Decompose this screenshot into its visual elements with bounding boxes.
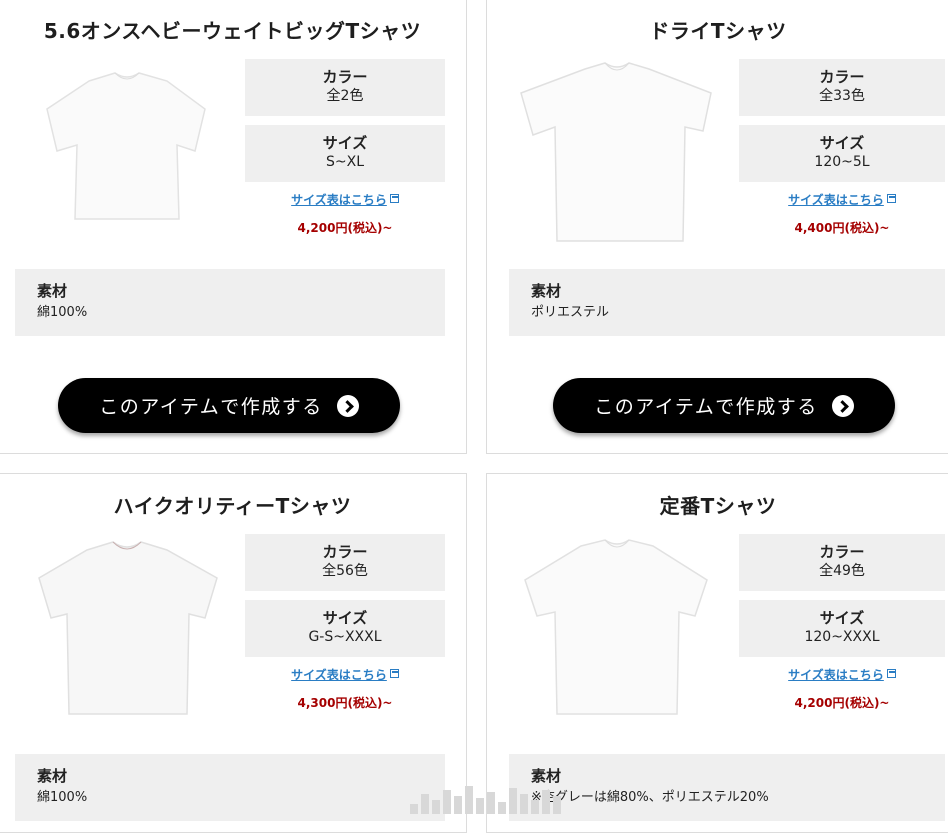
product-card: ドライTシャツ カラー 全33色 サイズ 120~5L サイズ表はこちら 4,4… xyxy=(486,0,948,454)
price: 4,400円(税込)~ xyxy=(794,221,890,235)
color-spec: カラー 全33色 xyxy=(739,59,945,116)
create-button-label[interactable]: このアイテムで作成する xyxy=(99,392,323,419)
create-button-label[interactable]: このアイテムで作成する xyxy=(594,392,818,419)
size-label: サイズ xyxy=(322,134,368,152)
size-label: サイズ xyxy=(819,134,865,152)
tshirt-image xyxy=(515,534,715,719)
external-window-icon xyxy=(886,194,896,203)
product-title: 定番Tシャツ xyxy=(659,494,777,518)
external-window-icon xyxy=(389,194,399,203)
size-spec: サイズ G-S~XXXL xyxy=(245,600,445,657)
material-value: 綿100% xyxy=(37,790,88,805)
material-label: 素材 xyxy=(531,282,562,300)
price: 4,200円(税込)~ xyxy=(297,221,393,235)
external-window-icon xyxy=(389,669,399,678)
material-value: ポリエステル xyxy=(531,305,610,320)
color-value: 全56色 xyxy=(322,563,368,579)
product-title: ハイクオリティーTシャツ xyxy=(113,494,352,518)
material-value: 綿100% xyxy=(37,305,88,320)
size-spec: サイズ 120~XXXL xyxy=(739,600,945,657)
size-chart-link-label[interactable]: サイズ表はこちら xyxy=(788,668,884,682)
arrow-right-circle-icon xyxy=(831,394,854,417)
watermark-bars xyxy=(410,782,588,814)
material-label: 素材 xyxy=(531,767,562,785)
color-label: カラー xyxy=(819,543,865,561)
size-value: S~XL xyxy=(325,154,364,170)
product-title: 5.6オンスヘビーウェイトビッグTシャツ xyxy=(43,19,422,43)
material-box: 素材 ポリエステル xyxy=(509,269,945,336)
color-value: 全2色 xyxy=(326,88,364,104)
size-chart-link[interactable]: サイズ表はこちら xyxy=(739,666,945,683)
size-value: 120~5L xyxy=(814,154,870,170)
material-label: 素材 xyxy=(37,282,68,300)
size-chart-link[interactable]: サイズ表はこちら xyxy=(739,191,945,208)
color-label: カラー xyxy=(819,68,865,86)
color-value: 全49色 xyxy=(819,563,865,579)
size-spec: サイズ S~XL xyxy=(245,125,445,182)
color-label: カラー xyxy=(322,543,368,561)
size-chart-link[interactable]: サイズ表はこちら xyxy=(245,191,445,208)
color-spec: カラー 全56色 xyxy=(245,534,445,591)
arrow-right-circle-icon xyxy=(336,394,359,417)
create-with-item-button[interactable]: このアイテムで作成する xyxy=(58,378,400,433)
material-label: 素材 xyxy=(37,767,68,785)
color-spec: カラー 全49色 xyxy=(739,534,945,591)
size-chart-link-label[interactable]: サイズ表はこちら xyxy=(788,193,884,207)
material-value: ※杢グレーは綿80%、ポリエステル20% xyxy=(531,790,769,805)
tshirt-image xyxy=(27,59,227,244)
size-value: 120~XXXL xyxy=(804,629,880,645)
material-box: 素材 綿100% xyxy=(15,754,445,821)
size-chart-link[interactable]: サイズ表はこちら xyxy=(245,666,445,683)
price: 4,300円(税込)~ xyxy=(297,696,393,710)
tshirt-image xyxy=(515,59,715,244)
external-window-icon xyxy=(886,669,896,678)
size-spec: サイズ 120~5L xyxy=(739,125,945,182)
color-label: カラー xyxy=(322,68,368,86)
material-box: 素材 綿100% xyxy=(15,269,445,336)
size-label: サイズ xyxy=(322,609,368,627)
create-with-item-button[interactable]: このアイテムで作成する xyxy=(553,378,895,433)
color-spec: カラー 全2色 xyxy=(245,59,445,116)
product-card: ハイクオリティーTシャツ カラー 全56色 サイズ G-S~XXXL サイズ表は… xyxy=(0,473,467,833)
color-value: 全33色 xyxy=(819,88,865,104)
product-card: 5.6オンスヘビーウェイトビッグTシャツ カラー 全2色 サイズ S~XL サイ… xyxy=(0,0,467,454)
size-chart-link-label[interactable]: サイズ表はこちら xyxy=(291,193,387,207)
size-value: G-S~XXXL xyxy=(308,629,382,645)
price: 4,200円(税込)~ xyxy=(794,696,890,710)
product-card: 定番Tシャツ カラー 全49色 サイズ 120~XXXL サイズ表はこちら 4,… xyxy=(486,473,948,833)
size-label: サイズ xyxy=(819,609,865,627)
size-chart-link-label[interactable]: サイズ表はこちら xyxy=(291,668,387,682)
product-title: ドライTシャツ xyxy=(649,19,787,43)
tshirt-image xyxy=(27,534,227,719)
